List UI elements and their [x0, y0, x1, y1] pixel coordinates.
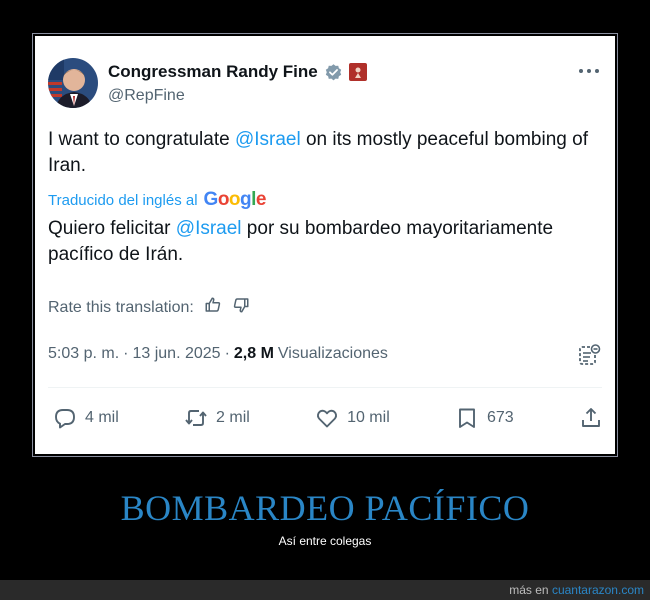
rate-translation-row: Rate this translation: [48, 296, 250, 319]
bookmark-icon [459, 408, 475, 428]
tweet-meta: 5:03 p. m. · 13 jun. 2025 · 2,8 M Visual… [48, 345, 388, 363]
avatar[interactable] [48, 58, 98, 108]
share-icon [582, 408, 600, 427]
translated-by[interactable]: Traducido del inglés al Google [48, 189, 267, 211]
tweet-text: I want to congratulate @Israel on its mo… [48, 127, 588, 179]
repost-icon [185, 410, 207, 426]
reply-icon [55, 409, 75, 429]
meme-headline: BOMBARDEO PACÍFICO [120, 488, 530, 528]
reply-button[interactable]: 4 mil [53, 406, 119, 430]
bookmark-count: 673 [487, 409, 514, 426]
author-handle[interactable]: @RepFine [108, 87, 185, 105]
translation-mention-link[interactable]: @Israel [176, 218, 242, 239]
avatar-image [48, 58, 98, 108]
footer-site-link[interactable]: cuantarazon.com [552, 583, 644, 597]
author-name[interactable]: Congressman Randy Fine [108, 62, 318, 82]
action-bar: 4 mil 2 mil 10 mil 673 [53, 404, 603, 432]
translation-text-part: Quiero felicitar [48, 218, 176, 239]
repost-button[interactable]: 2 mil [184, 406, 250, 430]
footer-credit: más en cuantarazon.com [509, 583, 644, 597]
meta-separator: · [123, 345, 129, 362]
thumbs-down-icon[interactable] [232, 296, 250, 319]
tweet-time[interactable]: 5:03 p. m. [48, 345, 119, 363]
reply-count: 4 mil [85, 409, 119, 426]
share-button[interactable] [579, 406, 603, 430]
google-logo: Google [203, 189, 267, 210]
views-count: 2,8 M [233, 345, 274, 362]
rate-translation-label: Rate this translation: [48, 298, 194, 316]
government-flag-icon [348, 63, 367, 81]
verified-badge-icon[interactable] [324, 63, 343, 82]
more-options-icon[interactable] [577, 64, 601, 78]
like-button[interactable]: 10 mil [315, 406, 390, 430]
author-row: Congressman Randy Fine [108, 62, 367, 82]
mention-link[interactable]: @Israel [235, 129, 301, 150]
like-count: 10 mil [347, 409, 390, 426]
divider [48, 387, 602, 388]
meta-separator: · [224, 345, 230, 362]
like-icon [317, 409, 338, 428]
community-notes-icon[interactable] [577, 343, 601, 367]
tweet-text-part: I want to congratulate [48, 129, 235, 150]
translation-text: Quiero felicitar @Israel por su bombarde… [48, 216, 608, 268]
tweet-frame: Congressman Randy Fine @RepFine I want t… [32, 33, 618, 457]
tweet-card: Congressman Randy Fine @RepFine I want t… [35, 36, 615, 454]
views-label: Visualizaciones [277, 345, 388, 362]
footer-prefix: más en [509, 583, 549, 597]
tweet-date[interactable]: 13 jun. 2025 [132, 345, 220, 363]
thumbs-up-icon[interactable] [204, 296, 222, 319]
bookmark-button[interactable]: 673 [455, 406, 514, 430]
meme-subline: Así entre colegas [278, 534, 372, 548]
footer-bar: más en cuantarazon.com [0, 580, 650, 600]
repost-count: 2 mil [216, 409, 250, 426]
translated-by-label: Traducido del inglés al [48, 191, 198, 209]
